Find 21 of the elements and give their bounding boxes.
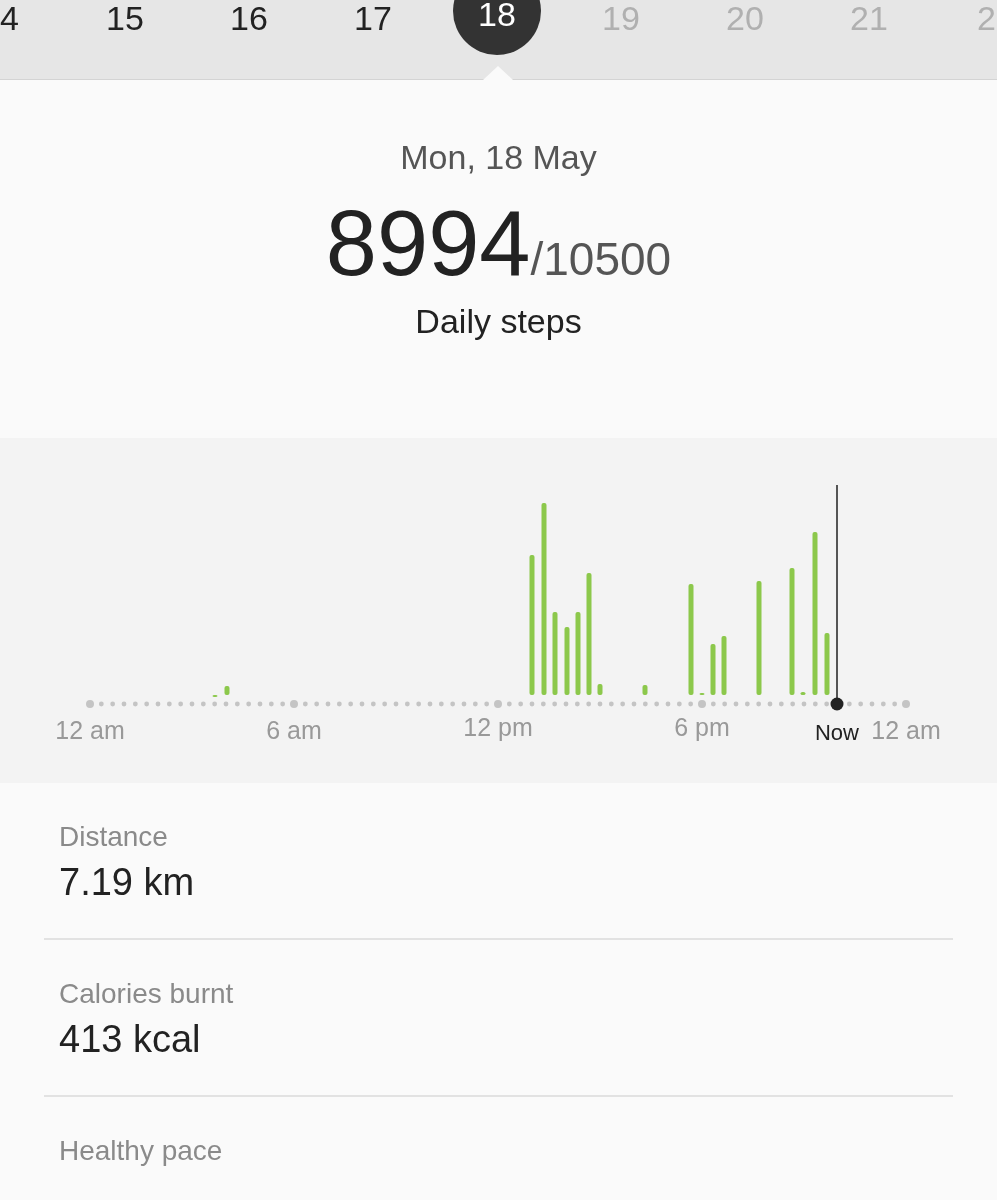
stat-label: Healthy pace bbox=[59, 1135, 224, 1167]
date-item[interactable]: 4 bbox=[0, 0, 19, 36]
stat-value: 7.19 km bbox=[59, 861, 196, 904]
axis-label: 6 am bbox=[266, 716, 322, 744]
date-item[interactable]: 18 bbox=[453, 0, 541, 55]
now-label: Now bbox=[815, 720, 859, 745]
stat-label: Distance bbox=[59, 821, 169, 853]
stat-value: 413 kcal bbox=[59, 1018, 202, 1061]
date-item[interactable]: 15 bbox=[106, 0, 144, 36]
axis-label: 12 am bbox=[871, 716, 941, 744]
axis-label: 6 pm bbox=[674, 713, 730, 741]
step-count: 8994 bbox=[325, 192, 531, 294]
stat-label: Calories burnt bbox=[59, 978, 235, 1010]
axis-label: 12 am bbox=[55, 716, 125, 744]
pointer-icon bbox=[483, 66, 513, 80]
steps-caption: Daily steps bbox=[414, 302, 583, 341]
date-item[interactable]: 16 bbox=[230, 0, 268, 36]
date-title: Mon, 18 May bbox=[399, 138, 598, 177]
step-goal: /10500 bbox=[530, 233, 672, 285]
date-item[interactable]: 17 bbox=[354, 0, 392, 36]
axis-label: 12 pm bbox=[463, 713, 533, 741]
